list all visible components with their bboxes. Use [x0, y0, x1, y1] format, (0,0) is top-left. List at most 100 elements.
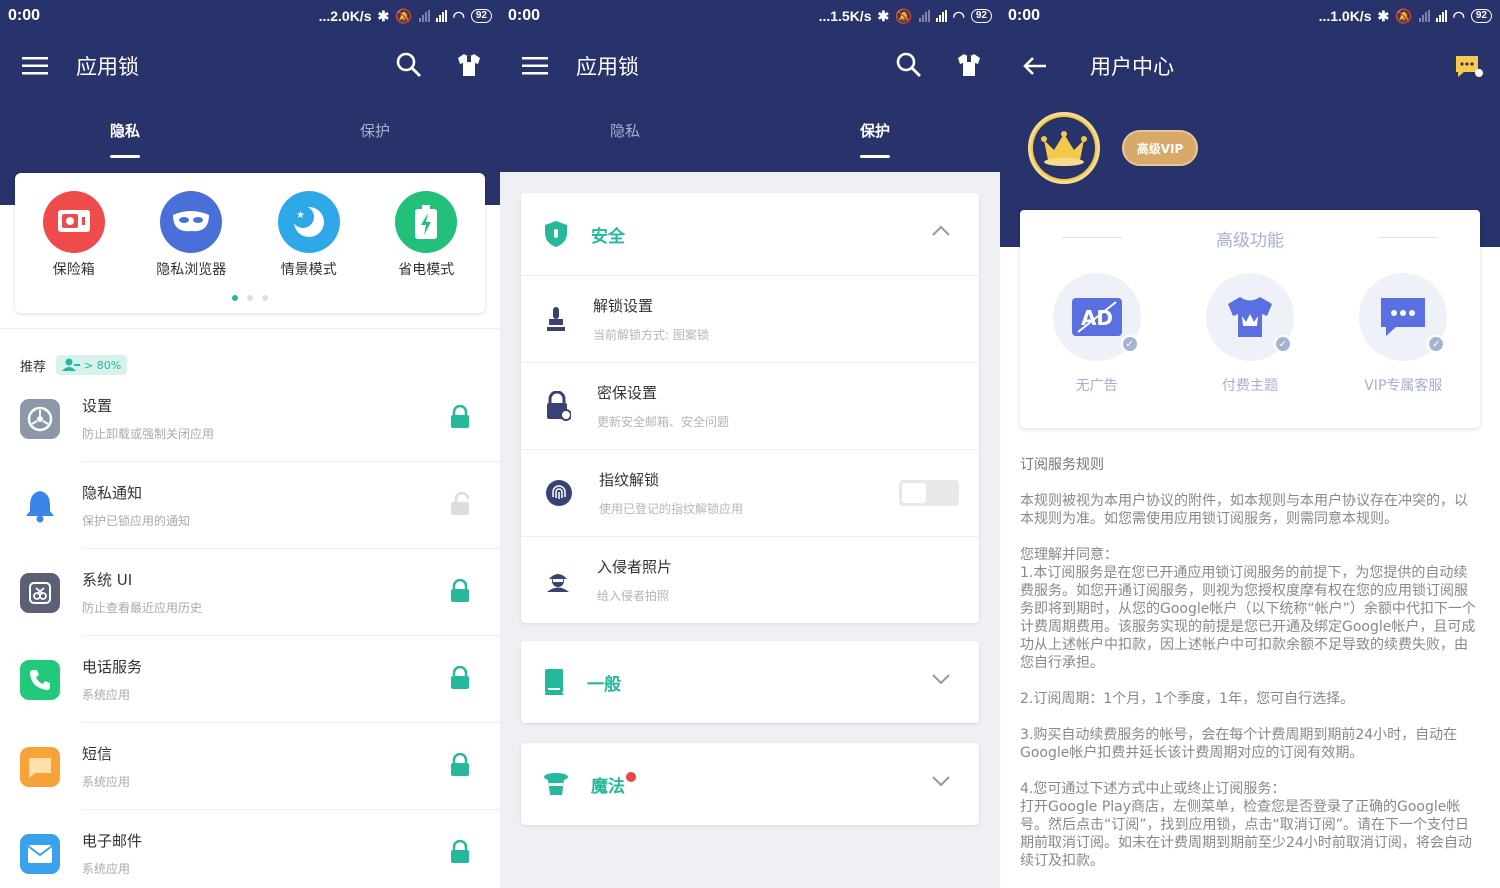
chevron-down-icon[interactable] [931, 775, 951, 787]
theme-shirt-icon[interactable] [956, 52, 982, 78]
feature-vip-support[interactable]: ✓ VIP专属客服 [1348, 273, 1458, 395]
lock-closed-icon[interactable] [450, 840, 470, 864]
menu-icon[interactable] [22, 56, 48, 76]
avatar[interactable] [1028, 112, 1100, 184]
app-item-system-ui[interactable]: 系统 UI 防止查看最近应用历史 [0, 549, 500, 636]
magic-section[interactable]: 魔法 [521, 743, 979, 825]
lock-closed-icon[interactable] [450, 579, 470, 603]
feature-power-save[interactable]: 省电模式 [376, 191, 476, 279]
app-item-email[interactable]: 电子邮件 系统应用 [0, 810, 500, 888]
security-header[interactable]: 安全 [521, 193, 979, 275]
mute-icon: 🔕 [1395, 7, 1413, 24]
crown-icon [1041, 131, 1087, 166]
check-icon: ✓ [1120, 335, 1139, 353]
app-name: 设置 [82, 397, 113, 415]
app-bar: 应用锁 [0, 32, 500, 100]
bluetooth-icon: ✱ [1377, 7, 1390, 24]
feature-scene-mode[interactable]: ★ 情景模式 [259, 191, 359, 279]
row-title: 指纹解锁 [599, 471, 660, 489]
vip-chip[interactable]: 高级VIP [1122, 130, 1198, 166]
recommend-label: 推荐 [20, 359, 47, 375]
row-title: 解锁设置 [593, 297, 654, 315]
tab-protect[interactable]: 保护 [250, 100, 500, 160]
protect-panel: 0:00 ...1.5K/s ✱ 🔕 ◠ 92 应用锁 隐私 保护 安全 解锁设… [500, 0, 1000, 888]
app-item-private-notify[interactable]: 隐私通知 保护已锁应用的通知 [0, 462, 500, 549]
signal-icon [1418, 10, 1430, 22]
chevron-down-icon[interactable] [931, 673, 951, 685]
back-arrow-icon[interactable] [1022, 56, 1048, 76]
tab-privacy[interactable]: 隐私 [0, 100, 250, 160]
app-item-settings[interactable]: 设置 防止卸载或强制关闭应用 [0, 375, 500, 462]
signal-icon [435, 10, 447, 22]
recommend-badge: > 80% [56, 355, 128, 375]
intruder-icon [547, 574, 569, 592]
security-section: 安全 解锁设置 当前解锁方式: 图案锁 密保设置 更新安全邮箱、安全问题 指纹解锁使… [521, 193, 979, 623]
app-item-phone[interactable]: 电话服务 系统应用 [0, 636, 500, 723]
app-name: 隐私通知 [82, 484, 143, 502]
mask-icon [160, 191, 223, 253]
general-section[interactable]: 一般 [521, 641, 979, 723]
lock-closed-icon[interactable] [450, 405, 470, 429]
section-title: 魔法 [591, 776, 625, 797]
row-title: 密保设置 [597, 384, 658, 402]
feature-label: 情景模式 [280, 262, 337, 278]
feature-label: VIP专属客服 [1364, 378, 1443, 394]
search-icon[interactable] [396, 52, 422, 78]
tab-protect[interactable]: 保护 [750, 100, 1000, 160]
badge-text: > 80% [84, 358, 122, 372]
app-bar: 应用锁 [500, 32, 1000, 100]
moon-icon: ★ [277, 191, 340, 253]
signal-icon [918, 10, 930, 22]
padlock-icon [547, 391, 571, 421]
system-ui-icon [20, 572, 60, 613]
theme-shirt-icon[interactable] [456, 52, 482, 78]
sms-icon [20, 746, 60, 787]
mute-icon: 🔕 [895, 7, 913, 24]
chevron-up-icon[interactable] [931, 225, 951, 237]
feature-no-ads[interactable]: AD ✓ 无广告 [1042, 273, 1152, 395]
magic-hat-icon [544, 773, 568, 795]
bluetooth-icon: ✱ [377, 7, 390, 24]
security-question-row[interactable]: 密保设置 更新安全邮箱、安全问题 [521, 362, 979, 449]
status-time: 0:00 [8, 7, 41, 24]
premium-title: 高级功能 [1020, 226, 1480, 251]
app-list: 推荐 > 80% 设置防止卸载或强制关闭应用 隐私通知保护已锁应用的通知 系 [0, 328, 500, 888]
magic-header[interactable]: 魔法 [521, 743, 979, 825]
rules-paragraph: 2.订阅周期：1个月，1个季度，1年，您可自行选择。 [1020, 691, 1355, 707]
battery-icon: 92 [470, 9, 492, 23]
lock-closed-icon[interactable] [450, 666, 470, 690]
lock-open-icon[interactable] [450, 492, 470, 516]
app-name: 系统 UI [82, 571, 133, 589]
general-header[interactable]: 一般 [521, 641, 979, 723]
feature-paid-themes[interactable]: ✓ 付费主题 [1195, 273, 1305, 395]
menu-icon[interactable] [522, 56, 548, 76]
fingerprint-toggle[interactable] [899, 480, 959, 506]
intruder-photo-row[interactable]: 入侵者照片 给入侵者拍照 [521, 536, 979, 623]
rules-title: 订阅服务规则 [1020, 457, 1104, 473]
subscription-rules: 订阅服务规则 本规则被视为本用户协议的附件，如本规则与本用户协议存在冲突的，以本… [1020, 456, 1480, 888]
theme-shirt-icon: ✓ [1205, 273, 1294, 361]
feature-vault[interactable]: 保险箱 [24, 191, 124, 279]
row-title: 入侵者照片 [597, 558, 673, 576]
user-center-panel: 0:00 ...1.0K/s ✱ 🔕 ◠ 92 用户中心 高级VIP 高级功能 … [1000, 0, 1500, 888]
tab-bar: 隐私 保护 [0, 100, 500, 160]
feature-private-browser[interactable]: 隐私浏览器 [141, 191, 241, 279]
network-speed: ...1.5K/s [818, 8, 872, 24]
app-desc: 防止查看最近应用历史 [82, 601, 203, 615]
feedback-message-icon[interactable] [1454, 54, 1484, 80]
section-title: 一般 [587, 674, 621, 695]
search-icon[interactable] [896, 52, 922, 78]
unlock-settings-row[interactable]: 解锁设置 当前解锁方式: 图案锁 [521, 275, 979, 362]
fingerprint-row[interactable]: 指纹解锁 使用已登记的指纹解锁应用 [521, 449, 979, 536]
email-icon [20, 833, 60, 874]
wifi-icon: ◠ [452, 7, 465, 24]
page-title: 用户中心 [1090, 55, 1174, 79]
status-time: 0:00 [508, 7, 541, 24]
lock-closed-icon[interactable] [450, 753, 470, 777]
app-item-sms[interactable]: 短信 系统应用 [0, 723, 500, 810]
new-badge-dot [626, 771, 636, 782]
tab-privacy[interactable]: 隐私 [500, 100, 750, 160]
status-bar: 0:00 ...2.0K/s ✱ 🔕 ◠ 92 [0, 0, 500, 32]
feature-label: 保险箱 [52, 262, 95, 278]
tab-bar: 隐私 保护 [500, 100, 1000, 160]
